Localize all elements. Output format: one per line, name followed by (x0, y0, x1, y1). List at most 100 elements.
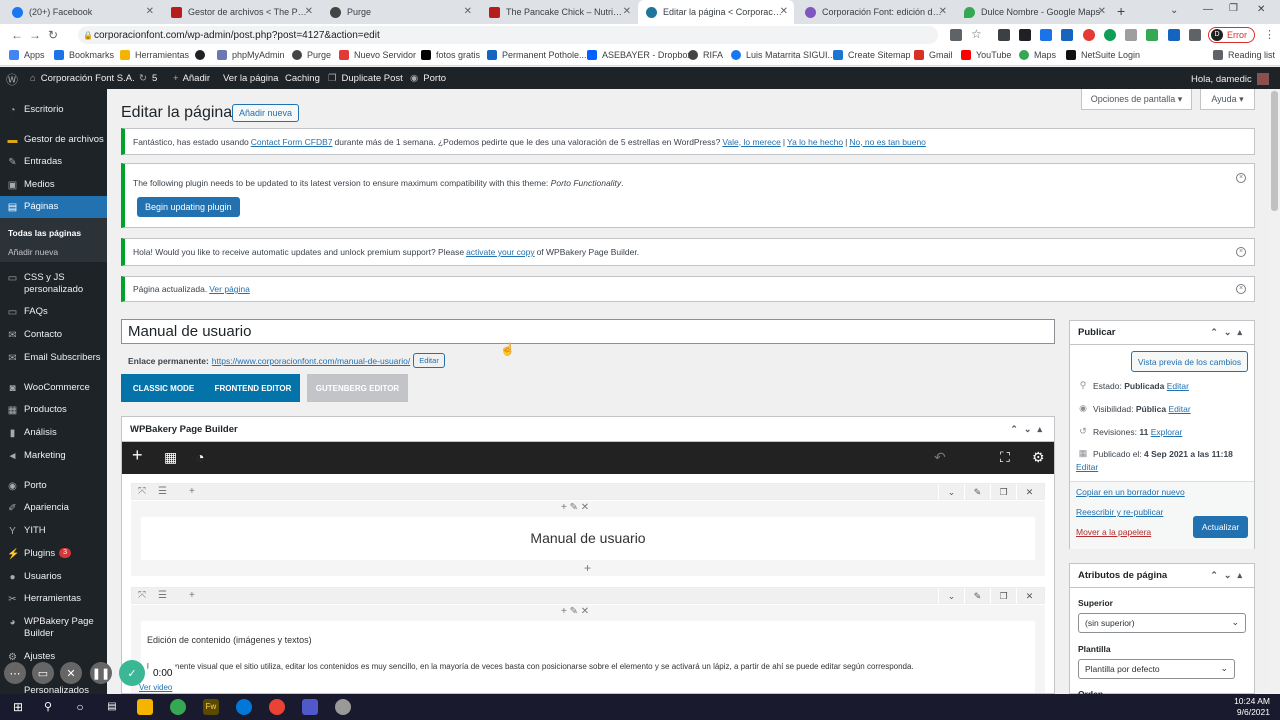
browse-revisions-link[interactable]: Explorar (1151, 427, 1183, 437)
classic-mode-button[interactable]: CLASSIC MODE (121, 374, 206, 402)
delete-row-icon[interactable]: ✕ (1016, 588, 1042, 605)
delete-recording-icon[interactable]: ✕ (60, 662, 82, 684)
bookmark-item[interactable]: NetSuite Login (1066, 50, 1140, 60)
menu-gestor-archivos[interactable]: ▬ Gestor de archivos (0, 134, 107, 146)
delete-row-icon[interactable]: ✕ (1016, 484, 1042, 501)
bookmark-item[interactable]: Nuevo Servidor (339, 50, 416, 60)
drag-handle-icon[interactable]: ⤧ (138, 590, 146, 601)
dreamweaver-icon[interactable]: Fw (203, 699, 219, 715)
extension-icon[interactable] (1061, 29, 1073, 41)
bookmark-item[interactable]: Create Sitemap (833, 50, 911, 60)
begin-updating-plugin-button[interactable]: Begin updating plugin (137, 197, 240, 217)
close-window-icon[interactable]: ✕ (1257, 4, 1265, 15)
menu-wpbakery[interactable]: ◕ WPBakery Page Builder (0, 616, 107, 640)
drag-handle-icon[interactable]: ⤧ (138, 486, 146, 497)
gutenberg-editor-button[interactable]: GUTENBERG EDITOR (307, 374, 408, 402)
bookmark-item[interactable]: Gmail (914, 50, 953, 60)
close-tab-icon[interactable]: ✕ (939, 6, 947, 17)
close-tab-icon[interactable]: ✕ (305, 6, 313, 17)
windows-start-icon[interactable]: ⊞ (10, 699, 26, 715)
forward-icon[interactable]: → (26, 28, 44, 42)
review-yes-link[interactable]: Vale, lo merece (722, 137, 780, 147)
edit-status-link[interactable]: Editar (1167, 381, 1189, 391)
browser-tab-active[interactable]: Editar la página < Corporación F ✕ (638, 0, 794, 24)
more-icon[interactable]: ⋯ (4, 662, 26, 684)
menu-dots-icon[interactable]: ⋮ (1264, 28, 1275, 41)
reading-list[interactable]: Reading list (1213, 50, 1275, 60)
menu-usuarios[interactable]: ● Usuarios (0, 571, 107, 583)
address-bar[interactable]: 🔒 corporacionfont.com/wp-admin/post.php?… (78, 26, 938, 44)
extension-icon[interactable] (998, 29, 1010, 41)
adminbar-view-page[interactable]: Ver la página (223, 73, 278, 84)
browser-tab[interactable]: (20+) Facebook ✕ (4, 0, 160, 24)
edit-date-link[interactable]: Editar (1076, 462, 1098, 472)
reload-icon[interactable]: ↻ (44, 28, 62, 42)
bookmark-apps[interactable]: Apps (9, 50, 45, 60)
close-tab-icon[interactable]: ✕ (623, 6, 631, 17)
menu-entradas[interactable]: ✎ Entradas (0, 156, 107, 168)
extension-icon[interactable] (1083, 29, 1095, 41)
menu-porto[interactable]: ◉ Porto (0, 480, 107, 492)
menu-herramientas[interactable]: ✂ Herramientas (0, 593, 107, 605)
bookmark-item[interactable]: RIFA (688, 50, 723, 60)
edit-row-icon[interactable]: ✎ (964, 484, 990, 501)
extension-icon[interactable] (1168, 29, 1180, 41)
add-new-button[interactable]: Añadir nueva (232, 104, 300, 122)
adminbar-duplicate[interactable]: ❐ Duplicate Post (328, 73, 403, 84)
screen-options-button[interactable]: Opciones de pantalla ▾ (1081, 89, 1192, 110)
menu-escritorio[interactable]: ◔ Escritorio (0, 104, 107, 116)
new-tab-button[interactable]: + (1117, 3, 1125, 19)
review-no-link[interactable]: No, no es tan bueno (849, 137, 926, 147)
adminbar-site[interactable]: ⌂ Corporación Font S.A. (30, 73, 135, 84)
page-scrollbar[interactable] (1269, 89, 1280, 694)
bookmark-item[interactable]: fotos gratis (421, 50, 480, 60)
fullscreen-icon[interactable]: ⛶ (1000, 450, 1010, 464)
menu-medios[interactable]: ▣ Medios (0, 179, 107, 191)
chrome-icon[interactable] (170, 699, 186, 715)
browser-tab[interactable]: The Pancake Chick – Nutricionist ✕ (481, 0, 637, 24)
settings-gear-icon[interactable]: ⚙ (1032, 450, 1045, 464)
template-select[interactable]: Plantilla por defecto ⌄ (1078, 659, 1235, 679)
menu-productos[interactable]: ▦ Productos (0, 404, 107, 416)
box-arrows-icon[interactable]: ⌃⌄▴ (1210, 570, 1248, 581)
file-explorer-icon[interactable] (137, 699, 153, 715)
review-done-link[interactable]: Ya lo he hecho (787, 137, 843, 147)
bookmark-item[interactable]: phpMyAdmin (217, 50, 285, 60)
text-block[interactable]: Manual de usuario (141, 517, 1035, 560)
tab-search-icon[interactable]: ⌄ (1170, 5, 1178, 16)
cortana-icon[interactable]: ○ (72, 699, 88, 715)
text-block[interactable]: Edición de contenido (imágenes y textos)… (139, 621, 1035, 693)
menu-email-subscribers[interactable]: ✉ Email Subscribers (0, 352, 107, 364)
add-element-icon[interactable]: + (132, 446, 143, 464)
menu-yith[interactable]: Y YITH (0, 525, 107, 537)
close-tab-icon[interactable]: ✕ (780, 6, 788, 17)
submenu-add-new[interactable]: Añadir nueva (8, 247, 58, 257)
browser-tab[interactable]: Corporación Font: edición de co ✕ (797, 0, 953, 24)
browser-tab[interactable]: Purge ✕ (322, 0, 478, 24)
extension-icon[interactable] (1019, 29, 1031, 41)
add-element-icon[interactable]: + (584, 561, 591, 575)
bookmark-bookmarks[interactable]: Bookmarks (54, 50, 114, 60)
menu-woocommerce[interactable]: ◙ WooCommerce (0, 382, 107, 394)
bookmark-item[interactable]: YouTube (961, 50, 1011, 60)
extension-icon[interactable] (1040, 29, 1052, 41)
bookmark-item[interactable]: Luis Matarrita SIGUI... (731, 50, 835, 60)
toggle-row-icon[interactable]: ⌄ (938, 588, 964, 605)
camera-icon[interactable]: ▭ (32, 662, 54, 684)
submenu-all-pages[interactable]: Todas las páginas (8, 228, 81, 238)
adminbar-account[interactable]: Hola, damedic (1191, 73, 1269, 85)
browser-tab[interactable]: Dulce Nombre - Google Maps ✕ (956, 0, 1112, 24)
column-controls[interactable]: + ✎ ✕ (561, 502, 589, 513)
browser-tab[interactable]: Gestor de archivos < The Pancake✕ (163, 0, 319, 24)
frontend-editor-button[interactable]: FRONTEND EDITOR (206, 374, 300, 402)
trash-link[interactable]: Mover a la papelera (1076, 527, 1151, 537)
done-recording-icon[interactable]: ✓ (119, 660, 145, 686)
app-icon[interactable] (335, 699, 351, 715)
bookmark-item[interactable]: Permanent Pothole... (487, 50, 587, 60)
layout-icon[interactable]: ☰ (158, 590, 167, 601)
close-tab-icon[interactable]: ✕ (464, 6, 472, 17)
close-tab-icon[interactable]: ✕ (146, 6, 154, 17)
toggle-row-icon[interactable]: ⌄ (938, 484, 964, 501)
parent-select[interactable]: (sin superior) ⌄ (1078, 613, 1246, 633)
back-icon[interactable]: ← (8, 28, 26, 42)
